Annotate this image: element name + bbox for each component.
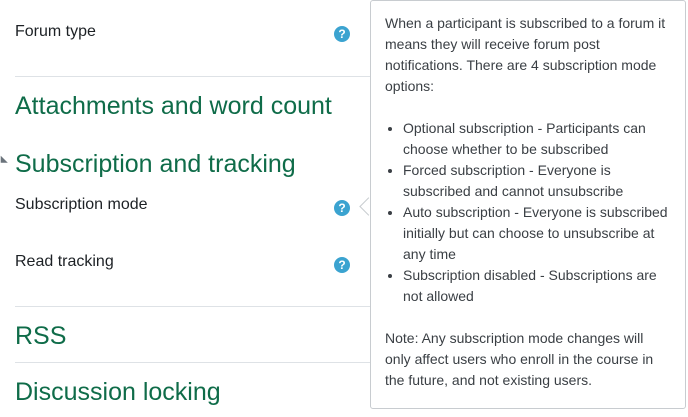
section-rss[interactable]: RSS bbox=[15, 322, 66, 351]
subscription-options-list: Optional subscription - Participants can… bbox=[385, 118, 671, 307]
section-divider bbox=[15, 362, 371, 363]
list-item: Subscription disabled - Subscriptions ar… bbox=[403, 265, 671, 307]
forum-type-label: Forum type bbox=[15, 23, 96, 40]
chevron-down-icon[interactable] bbox=[0, 155, 8, 167]
list-item: Auto subscription - Everyone is subscrib… bbox=[403, 202, 671, 265]
section-discussion-locking[interactable]: Discussion locking bbox=[15, 378, 221, 407]
read-tracking-help-icon[interactable]: ? bbox=[334, 257, 350, 273]
subscription-mode-label: Subscription mode bbox=[15, 196, 148, 213]
subscription-mode-help-popover: When a participant is subscribed to a fo… bbox=[370, 0, 686, 409]
forum-type-help-icon[interactable]: ? bbox=[334, 26, 350, 42]
list-item: Optional subscription - Participants can… bbox=[403, 118, 671, 160]
popover-intro: When a participant is subscribed to a fo… bbox=[385, 15, 666, 94]
section-subscription-and-tracking[interactable]: Subscription and tracking bbox=[15, 150, 296, 179]
section-attachments-and-word-count[interactable]: Attachments and word count bbox=[15, 92, 332, 121]
popover-note: Note: Any subscription mode changes will… bbox=[385, 330, 654, 388]
list-item: Forced subscription - Everyone is subscr… bbox=[403, 160, 671, 202]
read-tracking-label: Read tracking bbox=[15, 253, 114, 270]
forum-settings-page: Forum type ? Attachments and word count … bbox=[0, 0, 688, 417]
section-divider bbox=[15, 306, 371, 307]
subscription-mode-help-icon[interactable]: ? bbox=[334, 200, 350, 216]
section-divider bbox=[15, 76, 371, 77]
